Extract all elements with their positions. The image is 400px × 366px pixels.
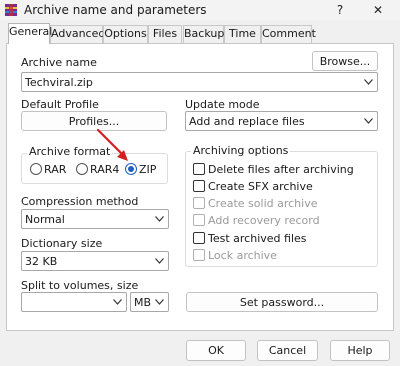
tab-label: General <box>9 25 53 38</box>
chevron-down-icon[interactable] <box>364 79 373 85</box>
update-mode-label: Update mode <box>185 98 260 111</box>
profiles-button-label: Profiles... <box>68 114 120 128</box>
radio-zip-label: ZIP <box>139 163 157 176</box>
winrar-app-icon <box>5 4 17 16</box>
tab-time[interactable]: Time <box>224 25 261 43</box>
tab-label: Backup <box>184 27 225 40</box>
tab-general[interactable]: General <box>8 23 53 44</box>
compression-method-select[interactable]: Normal <box>21 209 169 229</box>
browse-button-label: Browse... <box>319 54 371 68</box>
split-volumes-label: Split to volumes, size <box>21 279 139 292</box>
dictionary-size-label: Dictionary size <box>21 237 103 250</box>
compression-method-label: Compression method <box>21 195 139 208</box>
update-mode-value: Add and replace files <box>189 114 305 128</box>
add-recovery-label: Add recovery record <box>208 214 320 227</box>
delete-files-checkbox[interactable] <box>193 163 205 175</box>
close-button[interactable]: ✕ <box>364 0 392 20</box>
tab-label: Options <box>104 27 147 40</box>
chevron-down-icon[interactable] <box>364 118 373 124</box>
update-mode-select[interactable]: Add and replace files <box>185 111 378 131</box>
tab-label: Files <box>152 27 178 40</box>
radio-rar4[interactable] <box>76 163 88 175</box>
radio-rar-label: RAR <box>44 163 67 176</box>
chevron-down-icon[interactable] <box>155 299 164 305</box>
split-unit-value: MB <box>134 295 152 309</box>
ok-button[interactable]: OK <box>186 340 246 361</box>
profiles-button[interactable]: Profiles... <box>21 111 167 131</box>
test-archived-checkbox[interactable] <box>193 232 205 244</box>
tab-label: Advanced <box>51 27 106 40</box>
tab-backup[interactable]: Backup <box>183 25 224 43</box>
chevron-down-icon[interactable] <box>155 216 164 222</box>
delete-files-label: Delete files after archiving <box>208 163 354 176</box>
lock-archive-checkbox[interactable] <box>193 249 205 261</box>
radio-rar[interactable] <box>30 163 42 175</box>
test-archived-label: Test archived files <box>208 232 307 245</box>
help-title-button[interactable]: ? <box>326 0 354 20</box>
help-button[interactable]: Help <box>330 340 390 361</box>
tab-advanced[interactable]: Advanced <box>50 25 106 43</box>
cancel-button[interactable]: Cancel <box>257 340 318 361</box>
help-button-label: Help <box>347 344 373 357</box>
dictionary-size-select[interactable]: 32 KB <box>21 251 169 271</box>
tab-label: Comment <box>262 27 316 40</box>
create-solid-label: Create solid archive <box>208 197 318 210</box>
title-bar: Archive name and parameters ? ✕ <box>0 0 400 20</box>
compression-method-value: Normal <box>25 212 65 226</box>
create-sfx-checkbox[interactable] <box>193 180 205 192</box>
archiving-options-title: Archiving options <box>191 144 291 157</box>
annotation-arrow-icon <box>96 128 128 161</box>
tab-comment[interactable]: Comment <box>261 25 316 43</box>
set-password-button[interactable]: Set password... <box>186 292 378 312</box>
close-icon: ✕ <box>372 3 384 17</box>
add-recovery-checkbox[interactable] <box>193 214 205 226</box>
archive-name-combo[interactable]: Techviral.zip <box>21 72 378 92</box>
split-volumes-size-input[interactable] <box>21 292 127 312</box>
split-unit-select[interactable]: MB <box>130 292 169 312</box>
browse-button[interactable]: Browse... <box>312 51 378 71</box>
tab-files[interactable]: Files <box>148 25 182 43</box>
help-glyph: ? <box>336 3 344 17</box>
create-solid-checkbox[interactable] <box>193 197 205 209</box>
dictionary-size-value: 32 KB <box>25 254 58 268</box>
lock-archive-label: Lock archive <box>208 249 277 262</box>
cancel-button-label: Cancel <box>268 344 307 357</box>
set-password-label: Set password... <box>239 295 325 309</box>
ok-button-label: OK <box>208 344 224 357</box>
create-sfx-label: Create SFX archive <box>208 180 313 193</box>
archive-name-value: Techviral.zip <box>25 75 93 89</box>
tab-label: Time <box>229 27 256 40</box>
default-profile-label: Default Profile <box>21 98 99 111</box>
archive-name-label: Archive name <box>21 56 97 69</box>
tab-options[interactable]: Options <box>103 25 148 43</box>
window-title: Archive name and parameters <box>24 3 207 17</box>
chevron-down-icon[interactable] <box>155 258 164 264</box>
chevron-down-icon[interactable] <box>113 299 122 305</box>
